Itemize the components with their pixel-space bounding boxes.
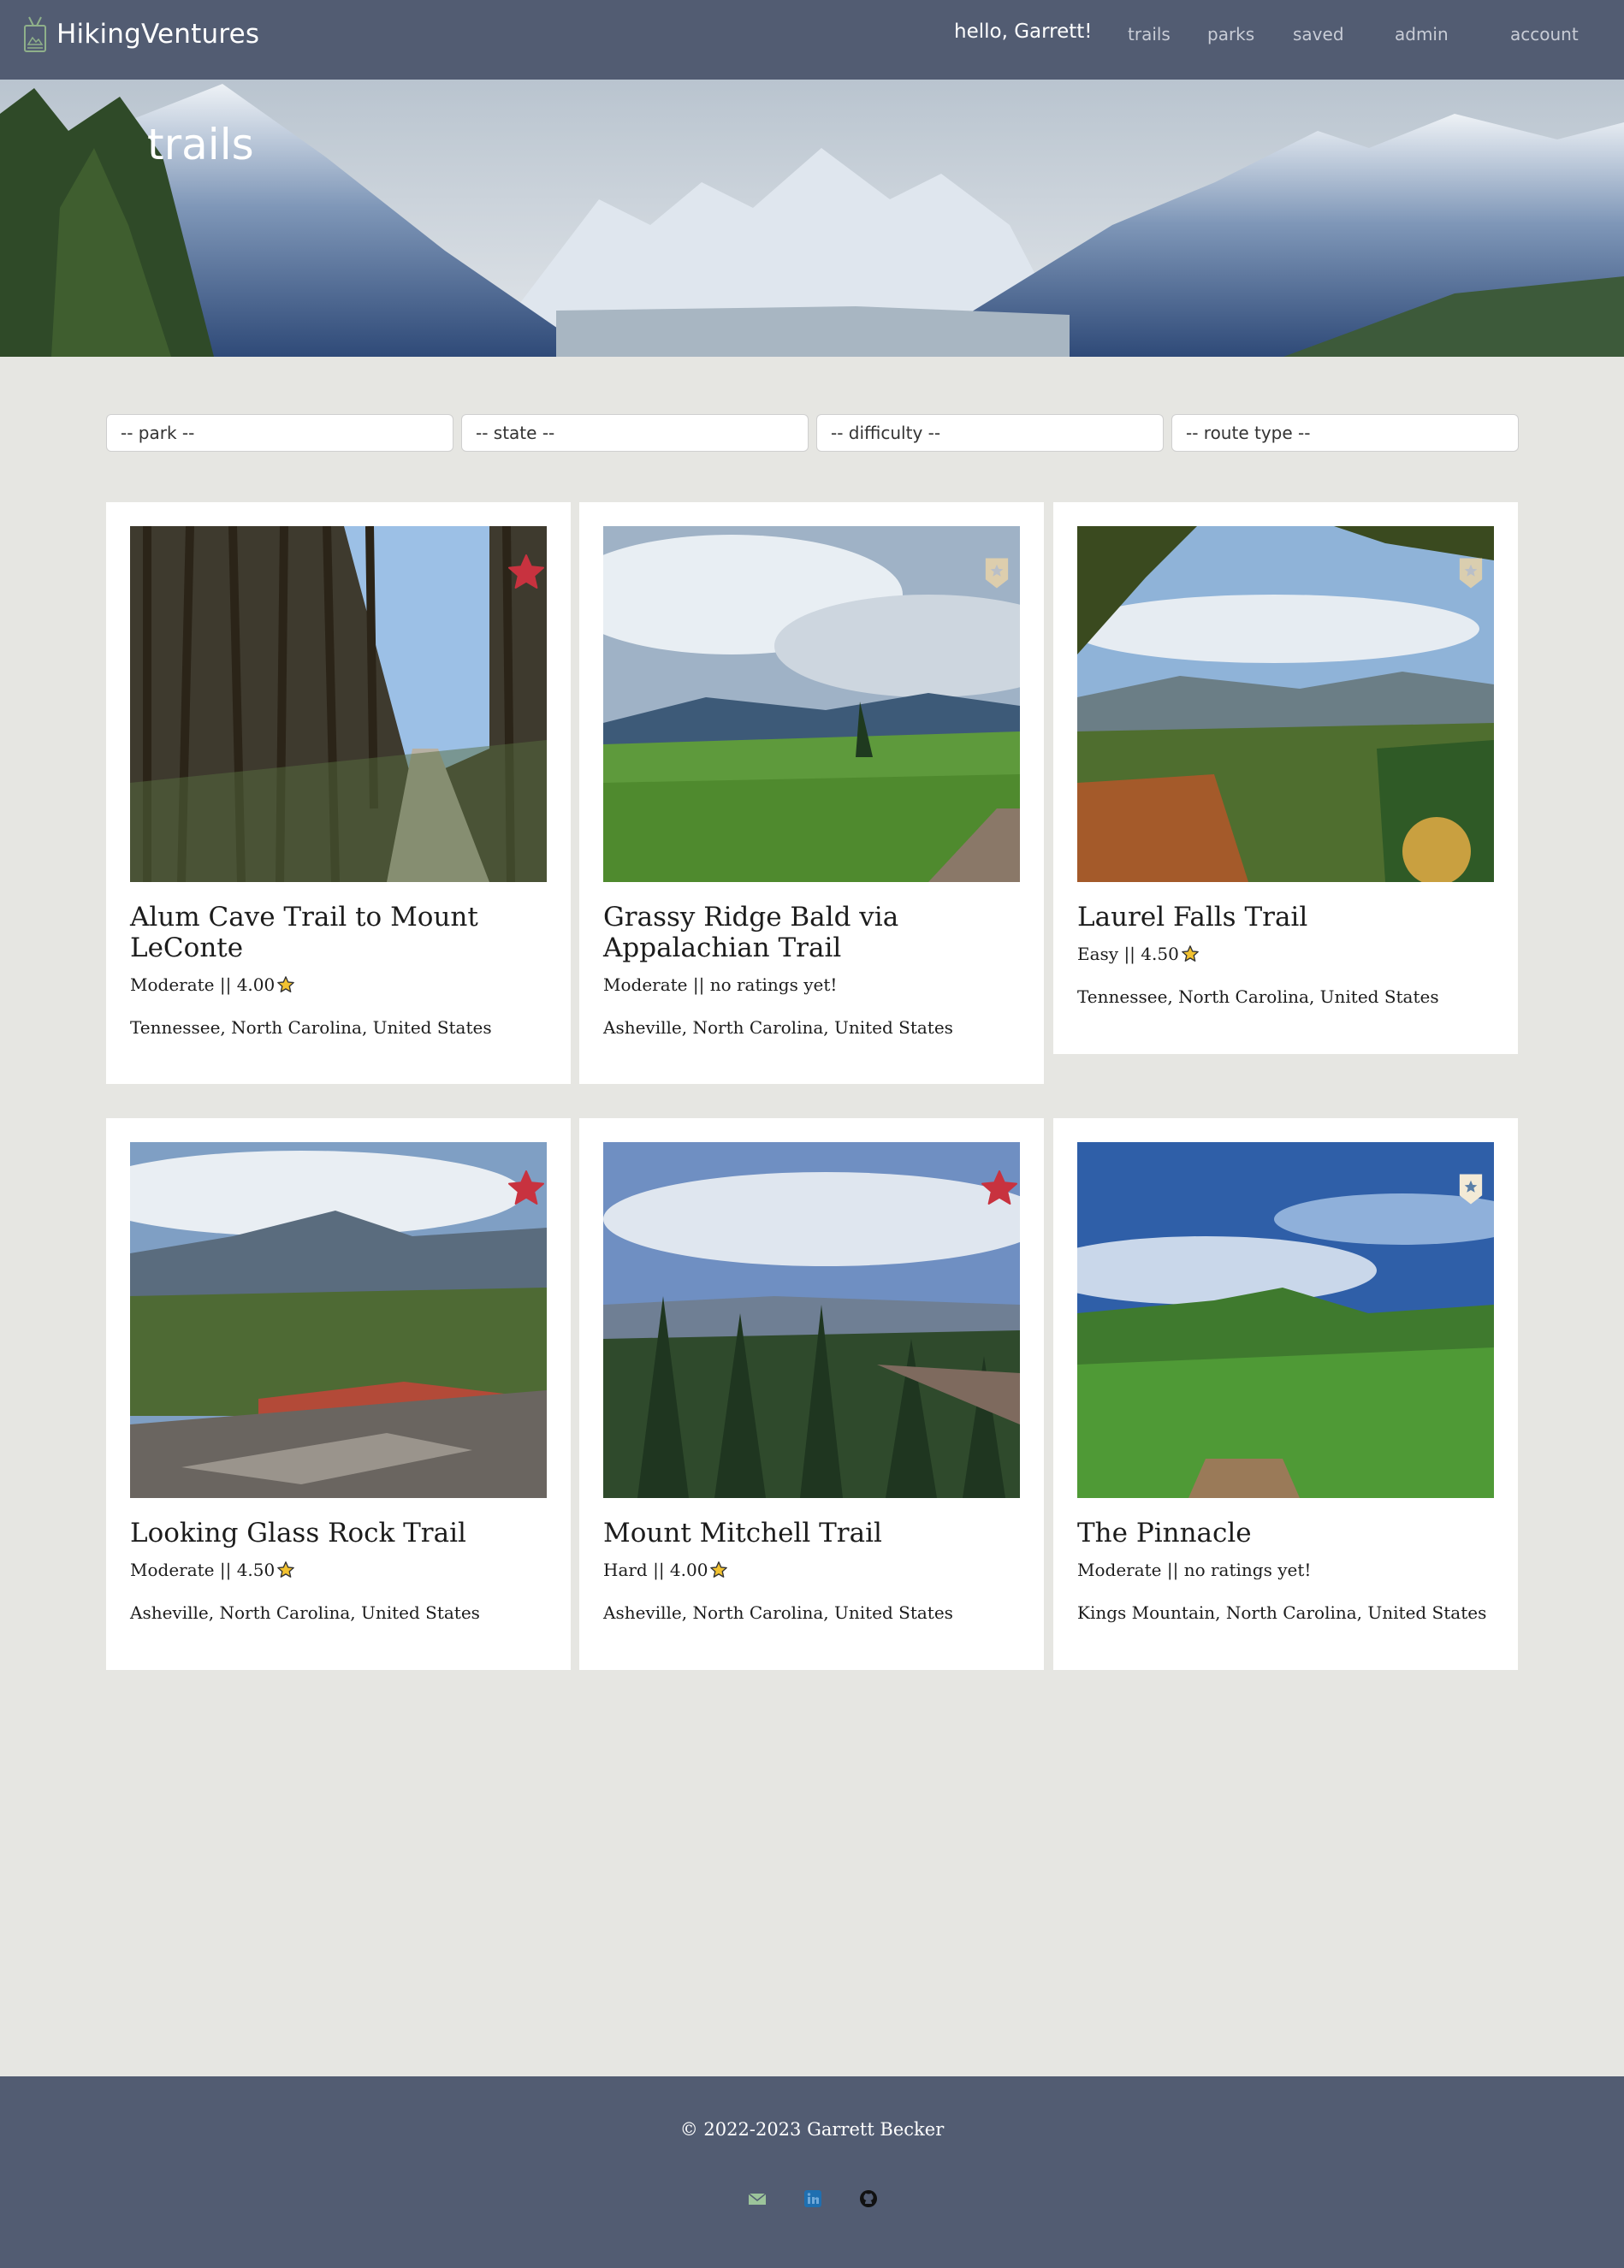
trail-photo — [603, 526, 1020, 882]
favorite-star-icon[interactable] — [506, 552, 547, 593]
trail-location: Kings Mountain, North Carolina, United S… — [1077, 1602, 1487, 1623]
navbar: HikingVentures hello, Garrett! trails pa… — [0, 0, 1624, 80]
trail-card[interactable]: Mount Mitchell Trail Hard || 4.00 Ashevi… — [579, 1118, 1044, 1670]
trail-location: Asheville, North Carolina, United States — [603, 1017, 953, 1038]
route-type-select[interactable]: -- route type -- — [1171, 414, 1519, 452]
nav-link-parks[interactable]: parks — [1207, 24, 1254, 44]
bookmark-badge-icon[interactable] — [1458, 557, 1484, 589]
page-title: trails — [147, 120, 254, 169]
rating-star-icon — [277, 1561, 295, 1578]
nav-link-trails[interactable]: trails — [1128, 24, 1171, 44]
trail-photo — [603, 1142, 1020, 1498]
trail-rating-text: Hard || 4.00 — [603, 1560, 708, 1580]
trail-meta: Moderate || no ratings yet! — [1077, 1560, 1311, 1580]
nav-link-admin[interactable]: admin — [1395, 24, 1449, 44]
trail-name[interactable]: Mount Mitchell Trail — [603, 1518, 1005, 1549]
trail-meta: Moderate || no ratings yet! — [603, 974, 837, 995]
favorite-star-icon[interactable] — [979, 1168, 1020, 1209]
linkedin-icon[interactable] — [803, 2189, 822, 2208]
brand[interactable]: HikingVentures — [22, 15, 259, 53]
trail-rating-text: Moderate || 4.50 — [130, 1560, 276, 1580]
rating-star-icon — [1181, 945, 1199, 962]
trail-photo — [130, 526, 547, 882]
rating-star-icon — [710, 1561, 728, 1578]
bookmark-badge-icon[interactable] — [984, 557, 1010, 589]
hero-banner: trails — [0, 80, 1624, 357]
trail-location: Asheville, North Carolina, United States — [603, 1602, 953, 1623]
trail-meta: Moderate || 4.50 — [130, 1560, 295, 1580]
trail-location: Tennessee, North Carolina, United States — [130, 1017, 492, 1038]
trail-location: Tennessee, North Carolina, United States — [1077, 986, 1439, 1007]
trail-card[interactable]: Alum Cave Trail to Mount LeConte Moderat… — [106, 502, 571, 1084]
trail-rating-text: Moderate || 4.00 — [130, 974, 276, 995]
bookmark-badge-icon[interactable] — [1458, 1173, 1484, 1205]
trail-name[interactable]: Laurel Falls Trail — [1077, 902, 1479, 933]
trail-photo — [1077, 526, 1494, 882]
trail-photo — [130, 1142, 547, 1498]
park-select[interactable]: -- park -- — [106, 414, 453, 452]
trail-meta: Moderate || 4.00 — [130, 974, 295, 995]
trail-rating-text: Easy || 4.50 — [1077, 944, 1179, 964]
trail-meta: Hard || 4.00 — [603, 1560, 728, 1580]
trail-card[interactable]: Grassy Ridge Bald via Appalachian Trail … — [579, 502, 1044, 1084]
brand-name: HikingVentures — [56, 19, 260, 50]
email-icon[interactable] — [748, 2189, 767, 2208]
trail-name[interactable]: The Pinnacle — [1077, 1518, 1479, 1549]
trail-card[interactable]: Looking Glass Rock Trail Moderate || 4.5… — [106, 1118, 571, 1670]
github-icon[interactable] — [859, 2189, 878, 2208]
trail-rating-text: Moderate || no ratings yet! — [603, 974, 838, 995]
user-greeting: hello, Garrett! — [954, 21, 1093, 43]
trail-card[interactable]: The Pinnacle Moderate || no ratings yet!… — [1053, 1118, 1518, 1670]
trail-name[interactable]: Alum Cave Trail to Mount LeConte — [130, 902, 532, 963]
backpack-logo-icon — [24, 16, 46, 52]
trail-card[interactable]: Laurel Falls Trail Easy || 4.50 Tennesse… — [1053, 502, 1518, 1054]
trail-meta: Easy || 4.50 — [1077, 944, 1200, 964]
difficulty-select[interactable]: -- difficulty -- — [816, 414, 1164, 452]
trail-name[interactable]: Looking Glass Rock Trail — [130, 1518, 532, 1549]
trail-location: Asheville, North Carolina, United States — [130, 1602, 480, 1623]
state-select[interactable]: -- state -- — [461, 414, 809, 452]
favorite-star-icon[interactable] — [506, 1168, 547, 1209]
copyright-text: © 2022-2023 Garrett Becker — [679, 2119, 945, 2140]
rating-star-icon — [277, 976, 295, 992]
footer: © 2022-2023 Garrett Becker — [0, 2076, 1624, 2268]
trail-name[interactable]: Grassy Ridge Bald via Appalachian Trail — [603, 902, 1005, 963]
trail-rating-text: Moderate || no ratings yet! — [1077, 1560, 1312, 1580]
nav-link-account[interactable]: account — [1510, 24, 1579, 44]
nav-link-saved[interactable]: saved — [1293, 24, 1344, 44]
trail-photo — [1077, 1142, 1494, 1498]
